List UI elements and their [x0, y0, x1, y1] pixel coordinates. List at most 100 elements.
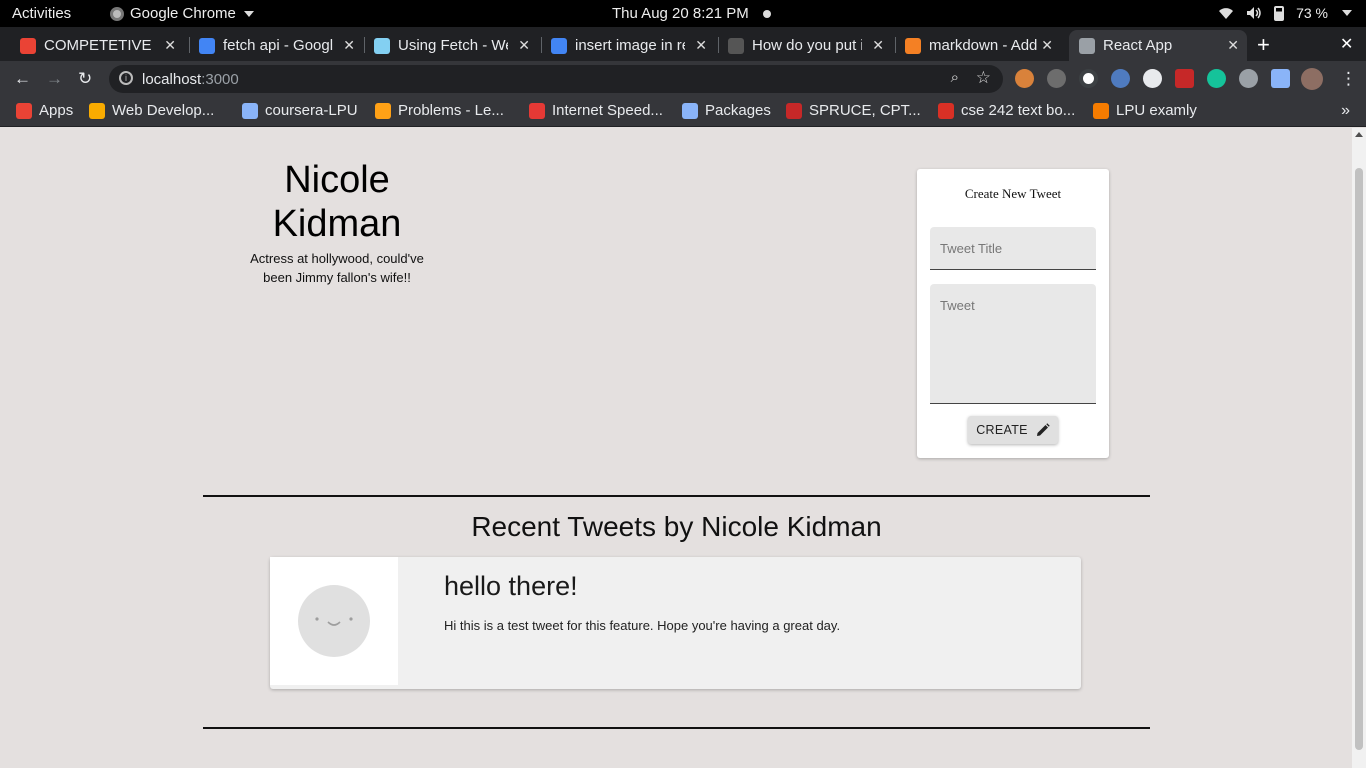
scroll-up-arrow-icon[interactable] — [1355, 132, 1363, 137]
activities-button[interactable]: Activities — [12, 5, 71, 22]
bookmark-label: cse 242 text bo... — [961, 102, 1076, 119]
pencil-icon — [1036, 423, 1050, 436]
apps-grid-icon — [16, 102, 32, 119]
app-name: Google Chrome — [130, 5, 236, 22]
close-tab-icon[interactable]: ✕ — [1227, 37, 1239, 54]
back-arrow-icon[interactable]: ← — [14, 69, 31, 89]
grammarly-icon[interactable] — [1207, 69, 1226, 88]
gear-icon[interactable] — [1239, 69, 1258, 88]
cookie-extension-icon[interactable] — [1015, 69, 1034, 88]
divider — [203, 727, 1150, 729]
create-button-label: CREATE — [976, 423, 1028, 437]
bookmark-label: SPRUCE, CPT... — [809, 102, 921, 119]
chrome-menu-icon[interactable]: ⋮ — [1340, 69, 1357, 89]
tab-2[interactable]: Using Fetch - We ✕ — [372, 30, 538, 61]
forward-arrow-icon[interactable]: → — [46, 69, 63, 89]
zoom-icon[interactable]: ⌕ — [951, 69, 959, 86]
tab-6[interactable]: React App ✕ — [1069, 30, 1247, 61]
bookmark-item[interactable]: cse 242 text bo... — [938, 102, 1075, 119]
placeholder-avatar-icon — [298, 585, 370, 657]
extension-icon[interactable] — [1079, 69, 1098, 88]
github-icon — [728, 37, 744, 54]
tweet-title: hello there! — [444, 571, 578, 601]
bookmark-item[interactable]: Internet Speed... — [529, 102, 663, 119]
bookmark-item[interactable]: Web Develop... — [89, 102, 214, 119]
bookmark-label: Problems - Le... — [398, 102, 504, 119]
bookmark-item[interactable]: SPRUCE, CPT... — [786, 102, 921, 119]
tab-3[interactable]: insert image in re ✕ — [549, 30, 715, 61]
new-tab-button[interactable]: + — [1257, 32, 1270, 58]
clock[interactable]: Thu Aug 20 8:21 PM — [612, 5, 771, 22]
system-tray[interactable]: 73 % — [1218, 5, 1352, 21]
bookmark-label: Internet Speed... — [552, 102, 663, 119]
create-tweet-card: Create New Tweet — [917, 169, 1109, 458]
tab-5[interactable]: markdown - Add ✕ — [903, 30, 1061, 61]
system-menu-arrow-icon — [1342, 10, 1352, 16]
bookmark-item[interactable]: LPU examly — [1093, 102, 1197, 119]
speedtest-icon — [529, 102, 545, 119]
extension-icon[interactable] — [1047, 69, 1066, 88]
address-bar[interactable]: i localhost:3000 ⌕ ☆ — [109, 65, 1003, 93]
bookmark-item[interactable]: coursera-LPU — [242, 102, 358, 119]
puzzle-extensions-icon[interactable] — [1271, 69, 1290, 88]
tab-0[interactable]: COMPETETIVE E ✕ — [18, 30, 184, 61]
system-top-bar: Activities Google Chrome Thu Aug 20 8:21… — [0, 0, 1366, 27]
site-info-icon[interactable]: i — [119, 71, 133, 85]
tab-1[interactable]: fetch api - Googl ✕ — [197, 30, 363, 61]
close-tab-icon[interactable]: ✕ — [695, 37, 707, 54]
tweet-title-input[interactable] — [930, 227, 1096, 269]
tab-separator — [718, 37, 719, 53]
extension-icon[interactable] — [1111, 69, 1130, 88]
app-menu[interactable]: Google Chrome — [110, 5, 254, 22]
divider — [203, 495, 1150, 497]
tab-title: React App — [1103, 37, 1173, 54]
create-tweet-title: Create New Tweet — [964, 186, 1062, 201]
tweet-body-textarea[interactable] — [930, 284, 1096, 403]
tab-title: How do you put i — [752, 37, 862, 54]
avatar[interactable] — [1301, 68, 1323, 90]
close-window-icon[interactable]: ✕ — [1340, 34, 1353, 54]
tab-4[interactable]: How do you put i ✕ — [726, 30, 892, 61]
url-text[interactable]: localhost:3000 — [142, 71, 239, 88]
tab-title: markdown - Add — [929, 37, 1038, 54]
bookmark-item[interactable]: Apps — [16, 102, 73, 119]
gmail-icon — [20, 37, 36, 54]
tab-separator — [541, 37, 542, 53]
bookmark-label: LPU examly — [1116, 102, 1197, 119]
tweet-thumbnail — [270, 557, 398, 685]
tweet-title-field[interactable] — [930, 227, 1096, 270]
tab-separator — [895, 37, 896, 53]
scrollbar-thumb[interactable] — [1355, 168, 1363, 750]
spruce-icon — [786, 102, 802, 119]
extension-icon[interactable] — [1175, 69, 1194, 88]
tab-title: insert image in re — [575, 37, 685, 54]
page-scrollbar[interactable] — [1352, 128, 1366, 768]
battery-icon — [1274, 5, 1285, 21]
tab-separator — [189, 37, 190, 53]
chrome-icon — [110, 6, 124, 21]
bookmark-label: Packages — [705, 102, 771, 119]
battery-percent: 73 % — [1296, 5, 1328, 21]
close-tab-icon[interactable]: ✕ — [518, 37, 530, 54]
tab-separator — [364, 37, 365, 53]
google-icon — [551, 37, 567, 54]
bookmark-label: coursera-LPU — [265, 102, 358, 119]
reload-icon[interactable]: ↻ — [78, 69, 92, 89]
create-button[interactable]: CREATE — [968, 416, 1058, 444]
close-tab-icon[interactable]: ✕ — [872, 37, 884, 54]
tab-title: Using Fetch - We — [398, 37, 508, 54]
extension-icon[interactable] — [1143, 69, 1162, 88]
volume-icon — [1247, 7, 1261, 19]
bookmark-item[interactable]: Problems - Le... — [375, 102, 504, 119]
bookmark-item[interactable]: Packages — [682, 102, 771, 119]
tweet-card[interactable]: hello there! Hi this is a test tweet for… — [270, 557, 1081, 689]
close-tab-icon[interactable]: ✕ — [164, 37, 176, 54]
close-tab-icon[interactable]: ✕ — [343, 37, 355, 54]
close-tab-icon[interactable]: ✕ — [1041, 37, 1053, 54]
more-bookmarks-icon[interactable]: » — [1341, 102, 1350, 120]
coursera-icon — [242, 102, 258, 119]
bookmark-label: Web Develop... — [112, 102, 215, 119]
bookmark-star-icon[interactable]: ☆ — [976, 68, 991, 88]
tweet-body-field[interactable] — [930, 284, 1096, 404]
globe-icon — [1079, 37, 1095, 54]
